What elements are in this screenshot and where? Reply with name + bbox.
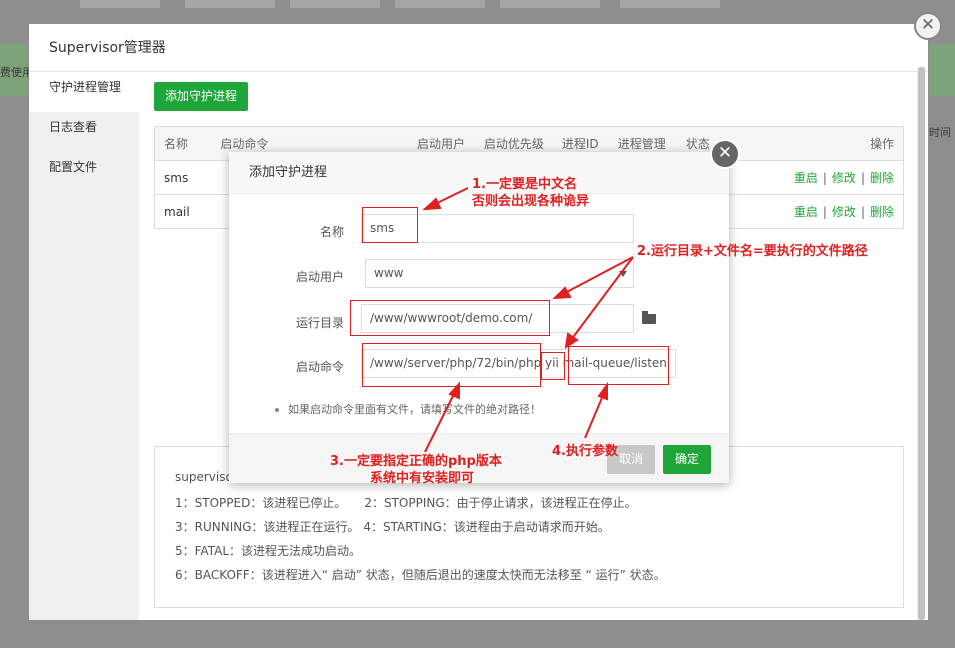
annotation-box-yii [541,352,565,380]
sidebar: 守护进程管理 日志查看 配置文件 [29,72,139,620]
sidebar-item-config-file[interactable]: 配置文件 [29,152,139,192]
annotation-note-1-line-1: 1.一定要是中文名 [472,177,577,192]
cmd-label: 启动命令 [295,360,344,374]
info-line: 1：STOPPED：该进程已停止。 2：STOPPING：由于停止请求，该进程正… [175,496,637,510]
folder-icon[interactable] [642,311,656,324]
info-line: 5：FATAL：该进程无法成功启动。 [175,544,362,558]
info-line: 6：BACKOFF：该进程进入“ 启动” 状态，但随后退出的速度太快而无法移至 … [175,568,666,582]
background-tab [395,0,485,8]
hint-message: 如果启动命令里面有文件，请填写文件的绝对路径！ [288,403,541,416]
annotation-note-3-line-2: 系统中有安装即可 [370,471,475,486]
dialog-title: Supervisor管理器 [49,40,166,56]
background-tab [620,0,720,8]
name-label: 名称 [319,225,344,239]
dialog-scrollbar[interactable] [917,67,926,620]
delete-link[interactable]: 删除 [870,205,894,219]
background-tab [80,0,160,8]
annotation-note-3-line-1: 3.一定要指定正确的php版本 [330,454,502,469]
annotation-box-name [362,207,418,243]
sidebar-item-log-view[interactable]: 日志查看 [29,112,139,152]
info-line: 3：RUNNING：该进程正在运行。 4：STARTING：该进程由于启动请求而… [175,520,610,534]
column-header-actions: 操作 [771,126,904,161]
annotation-note-4: 4.执行参数 [552,444,618,459]
dir-label: 运行目录 [295,316,344,330]
row-name: mail [154,194,221,229]
restart-link[interactable]: 重启 [794,171,818,185]
confirm-button[interactable]: 确定 [663,445,711,474]
close-icon[interactable]: ✕ [914,12,942,40]
annotation-box-params [568,346,669,385]
user-label: 启动用户 [295,270,344,284]
annotation-box-php [362,343,541,387]
background-edge-text-right: 时间 [929,126,951,139]
background-tab [185,0,275,8]
row-actions: 重启 | 修改 | 删除 [771,160,904,195]
column-header-name: 名称 [154,126,221,161]
background-tab [290,0,380,8]
scrollbar-thumb[interactable] [918,67,925,620]
bullet-icon [275,408,279,412]
add-process-button[interactable]: 添加守护进程 [154,82,248,111]
edit-link[interactable]: 修改 [832,205,856,219]
annotation-box-dir [350,300,550,336]
user-select-value: www [374,266,404,280]
background-tab [500,0,600,8]
edit-link[interactable]: 修改 [832,171,856,185]
background-banner-right [929,44,955,96]
user-select[interactable]: www [365,259,634,288]
row-actions: 重启 | 修改 | 删除 [771,194,904,229]
background-tabs [0,0,955,8]
annotation-note-2: 2.运行目录+文件名=要执行的文件路径 [637,244,868,259]
annotation-note-1-line-2: 否则会出现各种诡异 [472,194,590,209]
delete-link[interactable]: 删除 [870,171,894,185]
close-icon[interactable]: ✕ [710,139,740,169]
restart-link[interactable]: 重启 [794,205,818,219]
chevron-down-icon [619,271,627,277]
hint-text: 如果启动命令里面有文件，请填写文件的绝对路径！ [275,401,541,417]
sidebar-item-process-manage[interactable]: 守护进程管理 [29,72,139,112]
title-divider [29,71,928,72]
row-name: sms [154,160,221,195]
